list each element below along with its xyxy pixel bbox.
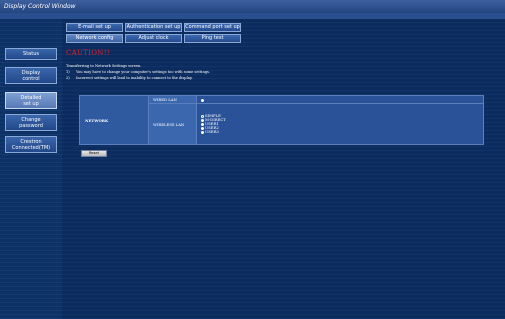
sidebar-item-crestron[interactable]: Crestron Connected(TM) — [5, 136, 57, 153]
sidebar-item-status[interactable]: Status — [5, 48, 57, 60]
network-label: NETWORK — [79, 95, 149, 145]
sidebar-item-change-password[interactable]: Change password — [5, 114, 57, 131]
sidebar-item-label: Status — [23, 51, 39, 57]
sidebar-item-display-control[interactable]: Display control — [5, 67, 57, 84]
sidebar-item-label: set up — [23, 100, 39, 107]
note-text: Incorrect settings will lead to inabilit… — [76, 76, 193, 80]
radio-icon — [201, 130, 204, 134]
reset-button[interactable]: Reset — [81, 150, 107, 157]
sidebar-item-label: Connected(TM) — [11, 144, 51, 151]
intro-text: Transferring to Network Settings screen. — [66, 64, 142, 68]
sidebar-item-label: control — [22, 75, 40, 82]
display-control-window: Display Control Window Status Display co… — [0, 0, 505, 319]
note-item: 2) Incorrect settings will lead to inabil… — [66, 76, 193, 80]
tab-email-setup[interactable]: E-mail set up — [66, 23, 123, 32]
wired-lan-label: WIRED LAN — [148, 95, 197, 104]
note-number: 1) — [66, 70, 70, 74]
tab-command-port-setup[interactable]: Command port set up — [184, 23, 241, 32]
sidebar: Status Display control Detailed set up C… — [0, 19, 62, 319]
network-settings-table: NETWORK WIRED LAN WIRELESS LAN SIMPLE M-… — [79, 95, 484, 145]
window-title: Display Control Window — [0, 0, 505, 13]
wired-lan-radio[interactable] — [201, 98, 204, 102]
tab-network-config[interactable]: Network config — [66, 34, 123, 43]
option-label: USER3 — [205, 129, 219, 134]
sidebar-item-label: password — [19, 122, 43, 129]
sidebar-item-detailed-setup[interactable]: Detailed set up — [5, 92, 57, 109]
note-item: 1) You may have to change your computer's… — [66, 70, 210, 74]
tab-adjust-clock[interactable]: Adjust clock — [125, 34, 182, 43]
tab-authentication-setup[interactable]: Authentication set up — [125, 23, 182, 32]
tab-ping-test[interactable]: Ping test — [184, 34, 241, 43]
note-number: 2) — [66, 76, 70, 80]
wireless-lan-options: SIMPLE M-DIRECT USER1 USER2 USER3 — [196, 103, 484, 145]
caution-heading: CAUTION!! — [66, 49, 110, 57]
wired-lan-value — [196, 95, 484, 104]
wireless-lan-label: WIRELESS LAN — [148, 103, 197, 145]
wireless-option-user3[interactable]: USER3 — [201, 130, 483, 134]
note-text: You may have to change your computer's s… — [76, 70, 211, 74]
